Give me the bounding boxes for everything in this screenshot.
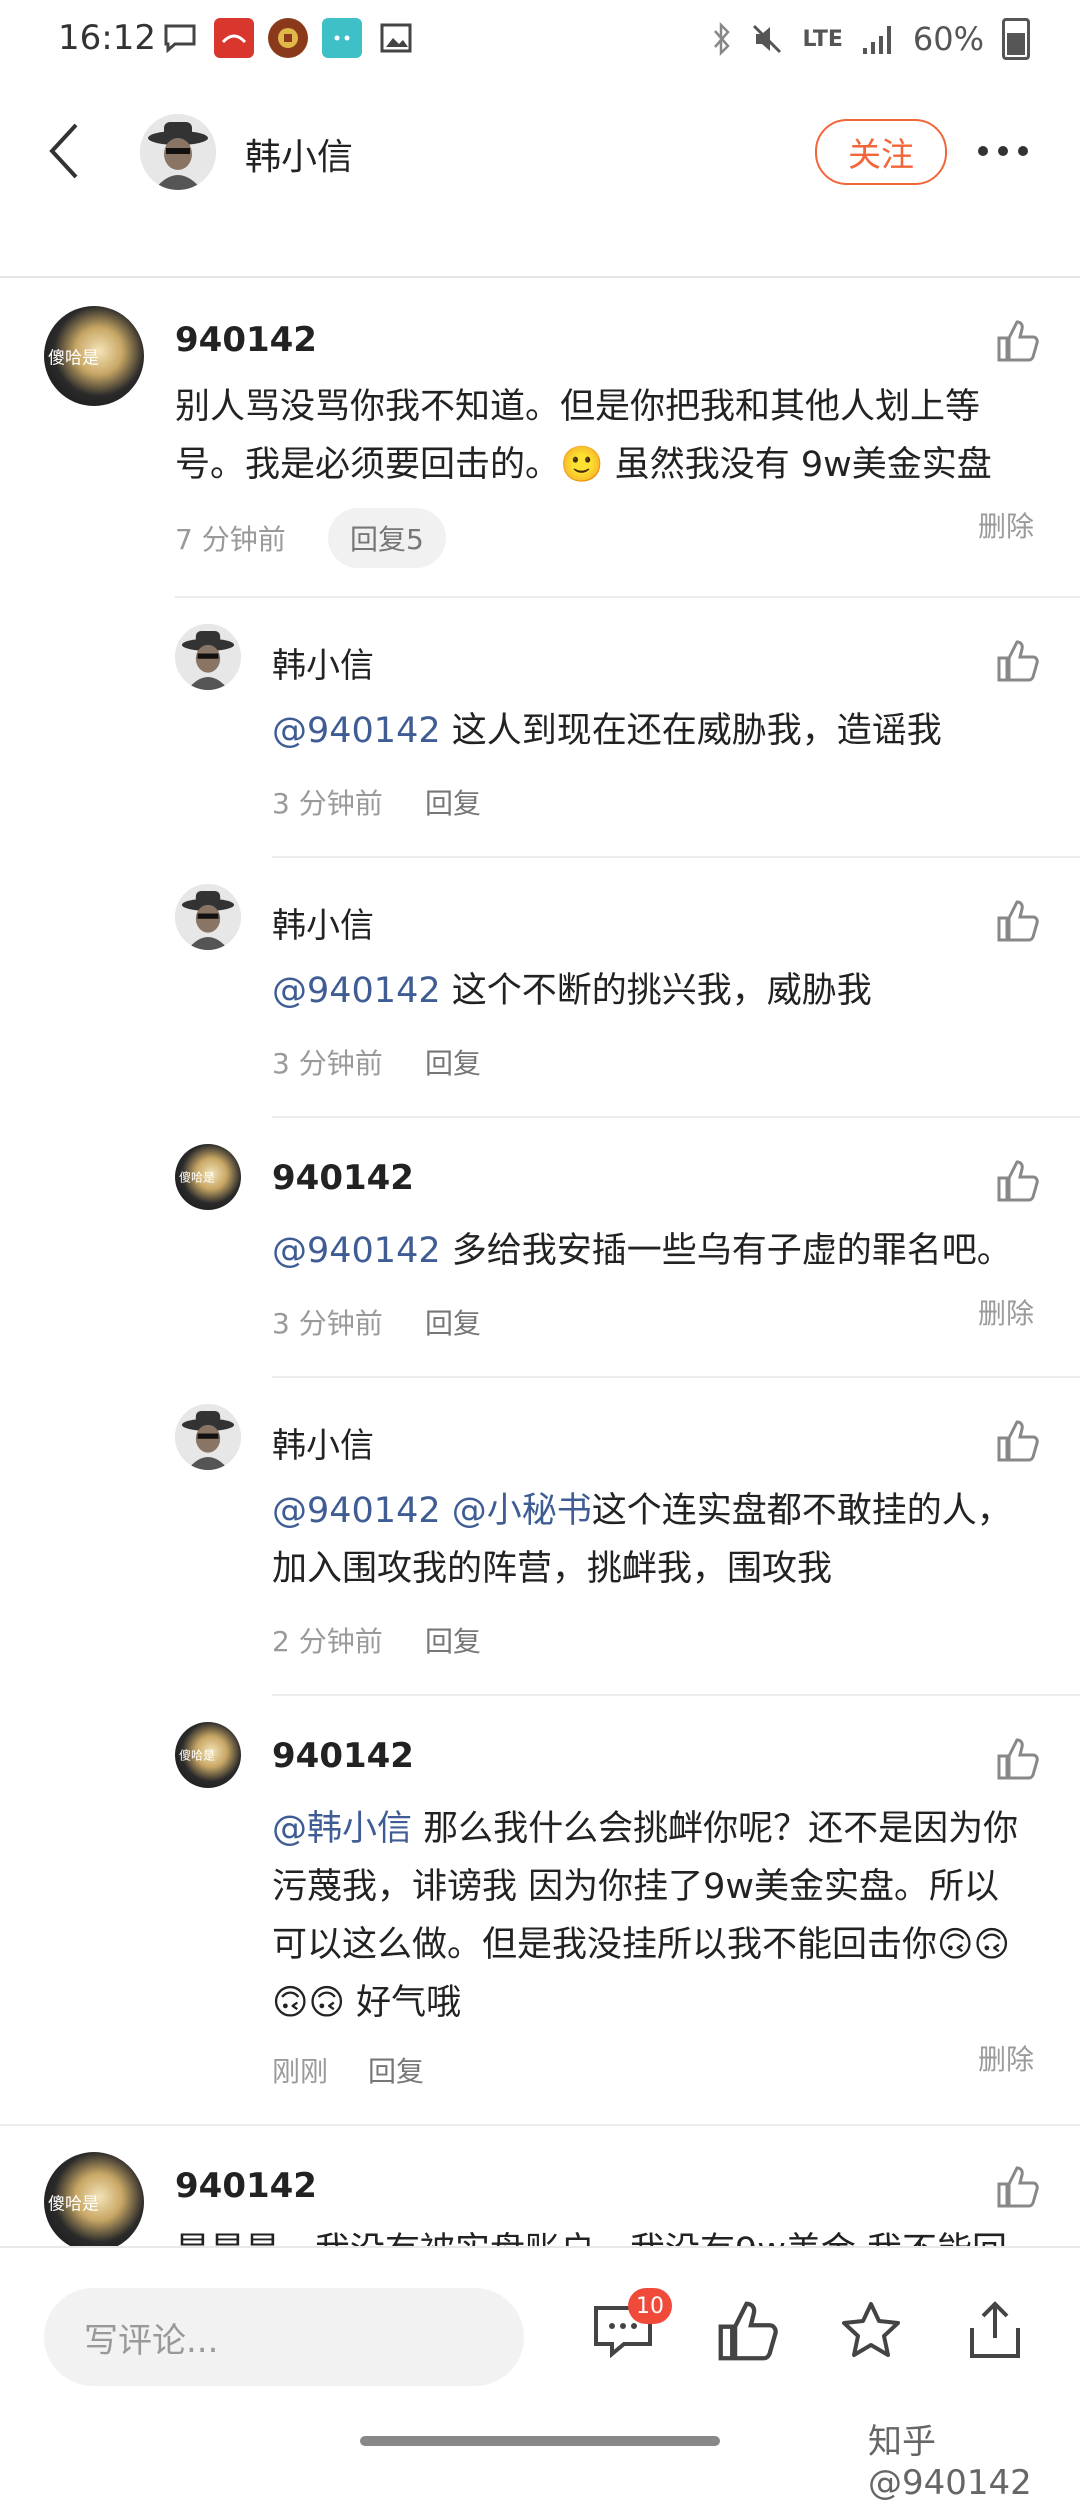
mention-link[interactable]: @940142 bbox=[272, 971, 441, 1011]
avatar[interactable] bbox=[175, 624, 241, 690]
article-header: 韩小信 关注 bbox=[0, 86, 1080, 278]
comment-author[interactable]: 940142 bbox=[175, 320, 317, 360]
thumbs-up-icon[interactable] bbox=[995, 898, 1041, 944]
delete-button[interactable]: 删除 bbox=[978, 505, 1034, 545]
avatar[interactable]: 傻哈是 bbox=[44, 306, 144, 406]
share-icon[interactable] bbox=[962, 2298, 1028, 2364]
thumbs-up-icon[interactable] bbox=[995, 1736, 1041, 1782]
author-avatar[interactable] bbox=[140, 114, 216, 190]
thumbs-up-icon[interactable] bbox=[995, 2164, 1041, 2210]
reply-text: @940142 @小秘书这个连实盘都不敢挂的人，加入围攻我的阵营，挑衅我，围攻我 bbox=[272, 1482, 1042, 1598]
reply-button[interactable]: 回复 bbox=[425, 1042, 481, 1082]
reply-body: 这人到现在还在威胁我，造谣我 bbox=[440, 711, 942, 751]
mention-link[interactable]: @940142 bbox=[272, 1231, 441, 1271]
battery-percent: 60% bbox=[912, 20, 984, 58]
star-icon[interactable] bbox=[838, 2298, 904, 2364]
author-name[interactable]: 韩小信 bbox=[245, 128, 353, 180]
mention-link[interactable]: @940142 @小秘书 bbox=[272, 1491, 592, 1531]
comment-input[interactable]: 写评论... bbox=[44, 2288, 524, 2386]
divider bbox=[272, 1376, 1080, 1378]
reply-body: 多给我安插一些乌有子虚的罪名吧。 bbox=[440, 1231, 1012, 1271]
avatar-text: 傻哈是 bbox=[48, 348, 99, 369]
follow-button[interactable]: 关注 bbox=[815, 119, 947, 185]
divider bbox=[272, 856, 1080, 858]
reply-button[interactable]: 回复 bbox=[425, 1620, 481, 1660]
reply-time: 3 分钟前 bbox=[272, 1047, 383, 1080]
avatar[interactable] bbox=[175, 1404, 241, 1470]
delete-button[interactable]: 删除 bbox=[978, 2038, 1034, 2078]
more-icon[interactable] bbox=[978, 131, 1048, 171]
reply-time: 2 分钟前 bbox=[272, 1625, 383, 1658]
status-bar: 16:12 LTE 60% bbox=[0, 0, 1080, 86]
divider bbox=[272, 1116, 1080, 1118]
reply-text: @韩小信 那么我什么会挑衅你呢？还不是因为你污蔑我，诽谤我 因为你挂了9w美金实… bbox=[272, 1800, 1032, 2032]
watermark: 知乎 @940142 bbox=[868, 2422, 1032, 2503]
thumbs-up-icon[interactable] bbox=[995, 1418, 1041, 1464]
avatar-text: 傻哈是 bbox=[179, 1170, 216, 1185]
divider bbox=[272, 1694, 1080, 1696]
divider bbox=[0, 2124, 1080, 2126]
avatar-text: 傻哈是 bbox=[48, 2194, 99, 2215]
reply-button[interactable]: 回复 bbox=[425, 782, 481, 822]
reply-button[interactable]: 回复 bbox=[368, 2050, 424, 2090]
reply-time: 3 分钟前 bbox=[272, 1307, 383, 1340]
app-icon bbox=[214, 18, 254, 58]
network-type: LTE bbox=[802, 26, 843, 52]
mention-link[interactable]: @韩小信 bbox=[272, 1809, 412, 1849]
image-icon bbox=[376, 18, 416, 58]
chat-icon bbox=[322, 18, 362, 58]
reply-body: 这个不断的挑兴我，威胁我 bbox=[440, 971, 872, 1011]
home-indicator[interactable] bbox=[360, 2436, 720, 2446]
comment-author[interactable]: 940142 bbox=[175, 2166, 317, 2206]
thumbs-up-icon[interactable] bbox=[995, 1158, 1041, 1204]
thumbs-up-icon[interactable] bbox=[995, 638, 1041, 684]
reply-text: @940142 多给我安插一些乌有子虚的罪名吧。 bbox=[272, 1222, 1042, 1280]
coin-icon bbox=[268, 18, 308, 58]
reply-text: @940142 这人到现在还在威胁我，造谣我 bbox=[272, 702, 1042, 760]
avatar[interactable]: 傻哈是 bbox=[175, 1144, 241, 1210]
avatar[interactable]: 傻哈是 bbox=[175, 1722, 241, 1788]
system-icons: LTE 60% bbox=[712, 18, 1030, 60]
reply-author[interactable]: 韩小信 bbox=[272, 898, 374, 947]
status-time: 16:12 bbox=[58, 18, 156, 58]
signal-icon bbox=[862, 26, 891, 54]
mute-icon bbox=[753, 24, 782, 54]
avatar[interactable] bbox=[175, 884, 241, 950]
comment-text: 别人骂没骂你我不知道。但是你把我和其他人划上等号。我是必须要回击的。🙂 虽然我没… bbox=[175, 387, 992, 485]
reply-author[interactable]: 韩小信 bbox=[272, 1418, 374, 1467]
thumbs-up-icon[interactable] bbox=[715, 2298, 781, 2364]
notification-icons bbox=[160, 18, 416, 58]
reply-author[interactable]: 940142 bbox=[272, 1736, 414, 1776]
reply-text: @940142 这个不断的挑兴我，威胁我 bbox=[272, 962, 1042, 1020]
mention-link[interactable]: @940142 bbox=[272, 711, 441, 751]
battery-icon bbox=[1002, 18, 1030, 60]
reply-time: 刚刚 bbox=[272, 2055, 329, 2088]
bluetooth-icon bbox=[714, 22, 731, 56]
reply-author[interactable]: 韩小信 bbox=[272, 638, 374, 687]
message-icon bbox=[160, 18, 200, 58]
avatar-text: 傻哈是 bbox=[179, 1748, 216, 1763]
reply-count-button[interactable]: 回复5 bbox=[328, 508, 446, 568]
delete-button[interactable]: 删除 bbox=[978, 1292, 1034, 1332]
comment-time: 7 分钟前 bbox=[175, 523, 286, 556]
back-icon[interactable] bbox=[44, 121, 104, 201]
reply-author[interactable]: 940142 bbox=[272, 1158, 414, 1198]
reply-button[interactable]: 回复 bbox=[425, 1302, 481, 1342]
comment-count-badge: 10 bbox=[628, 2288, 672, 2324]
divider bbox=[175, 596, 1080, 598]
thumbs-up-icon[interactable] bbox=[995, 318, 1041, 364]
avatar[interactable]: 傻哈是 bbox=[44, 2152, 144, 2252]
reply-time: 3 分钟前 bbox=[272, 787, 383, 820]
